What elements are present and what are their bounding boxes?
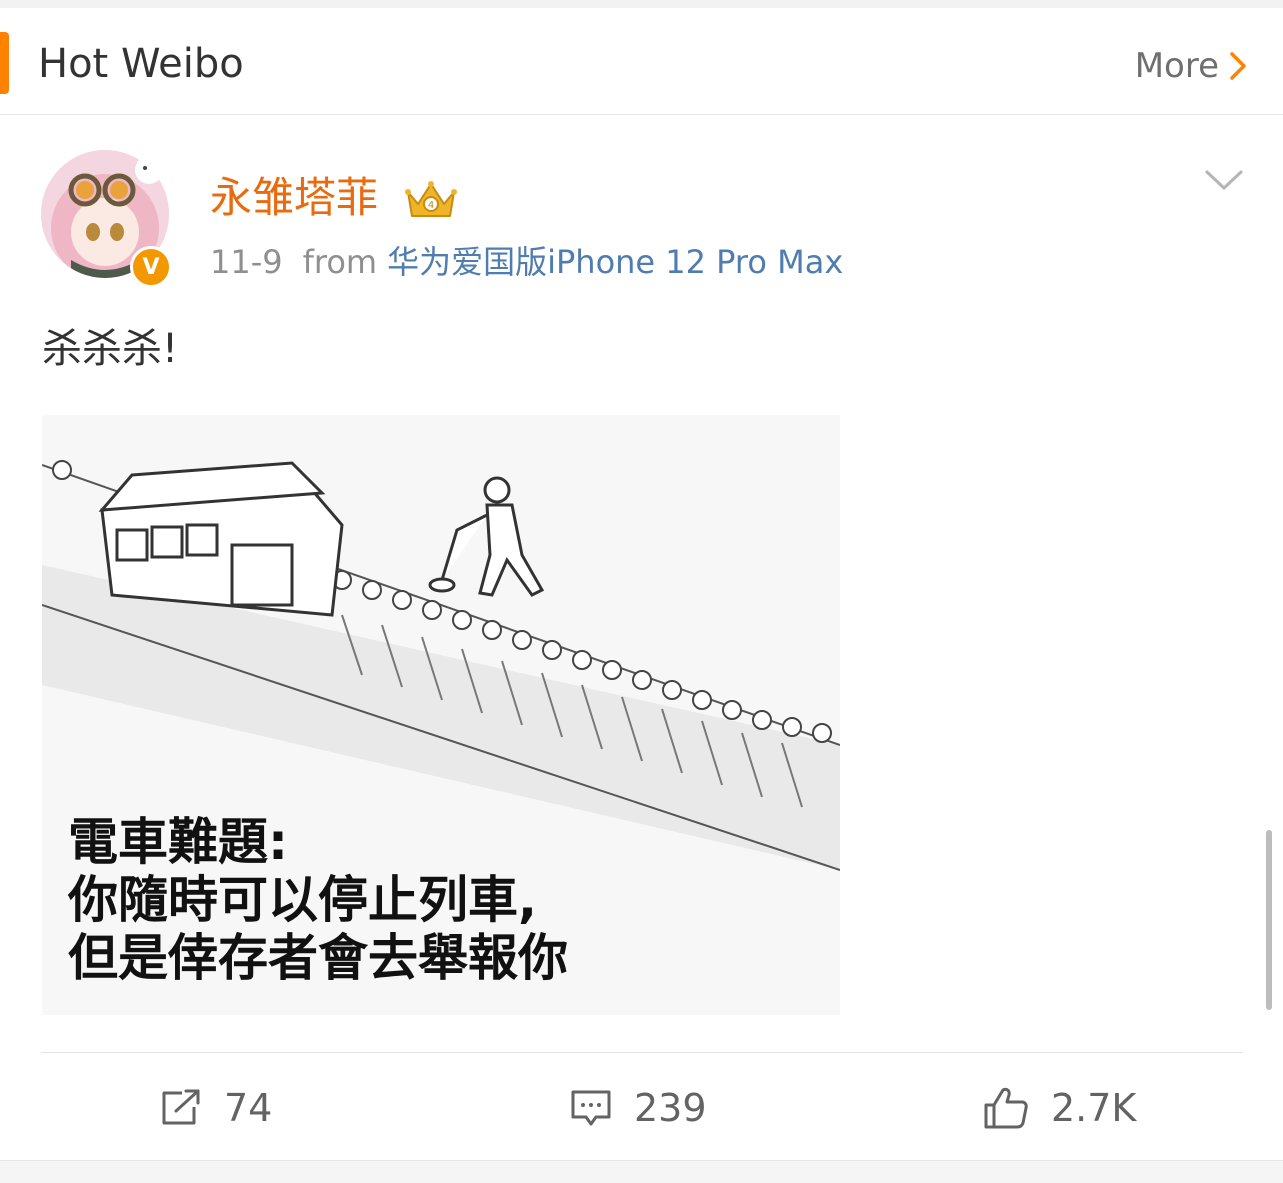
post-meta: 11-9 from 华为爱国版iPhone 12 Pro Max xyxy=(210,240,843,284)
chevron-down-icon[interactable] xyxy=(1204,168,1244,192)
like-icon xyxy=(984,1087,1028,1129)
svg-text:4: 4 xyxy=(428,200,434,211)
more-button[interactable]: More xyxy=(1135,44,1247,88)
actions-divider xyxy=(41,1052,1243,1053)
verified-badge: V xyxy=(130,246,172,288)
bottom-separator xyxy=(0,1161,1283,1183)
repost-count: 74 xyxy=(224,1086,273,1130)
repost-button[interactable]: 74 xyxy=(160,1078,272,1138)
like-count: 2.7K xyxy=(1051,1086,1137,1130)
section-header: Hot Weibo More xyxy=(0,8,1283,115)
comment-count: 239 xyxy=(634,1086,707,1130)
like-button[interactable]: 2.7K xyxy=(983,1078,1136,1138)
crown-icon: 4 xyxy=(405,181,457,217)
more-label: More xyxy=(1134,46,1219,86)
repost-icon xyxy=(162,1089,200,1125)
top-separator xyxy=(0,0,1283,8)
from-label: from xyxy=(302,243,378,281)
image-caption: 電車難題: 你隨時可以停止列車, 但是倖存者會去舉報你 xyxy=(68,813,568,987)
tram xyxy=(98,461,344,617)
post-image[interactable]: 電車難題: 你隨時可以停止列車, 但是倖存者會去舉報你 xyxy=(42,415,840,1015)
comment-icon xyxy=(571,1090,611,1126)
section-title: Hot Weibo xyxy=(38,41,244,87)
header-accent-bar xyxy=(0,32,9,94)
chevron-right-icon xyxy=(1230,52,1246,80)
post-date: 11-9 xyxy=(210,243,283,281)
post-text: 杀杀杀! xyxy=(42,326,179,372)
post-source-link[interactable]: 华为爱国版iPhone 12 Pro Max xyxy=(387,243,843,281)
comment-button[interactable]: 239 xyxy=(570,1078,707,1138)
author-name[interactable]: 永雏塔菲 xyxy=(210,170,378,226)
scrollbar[interactable] xyxy=(1266,830,1272,1010)
